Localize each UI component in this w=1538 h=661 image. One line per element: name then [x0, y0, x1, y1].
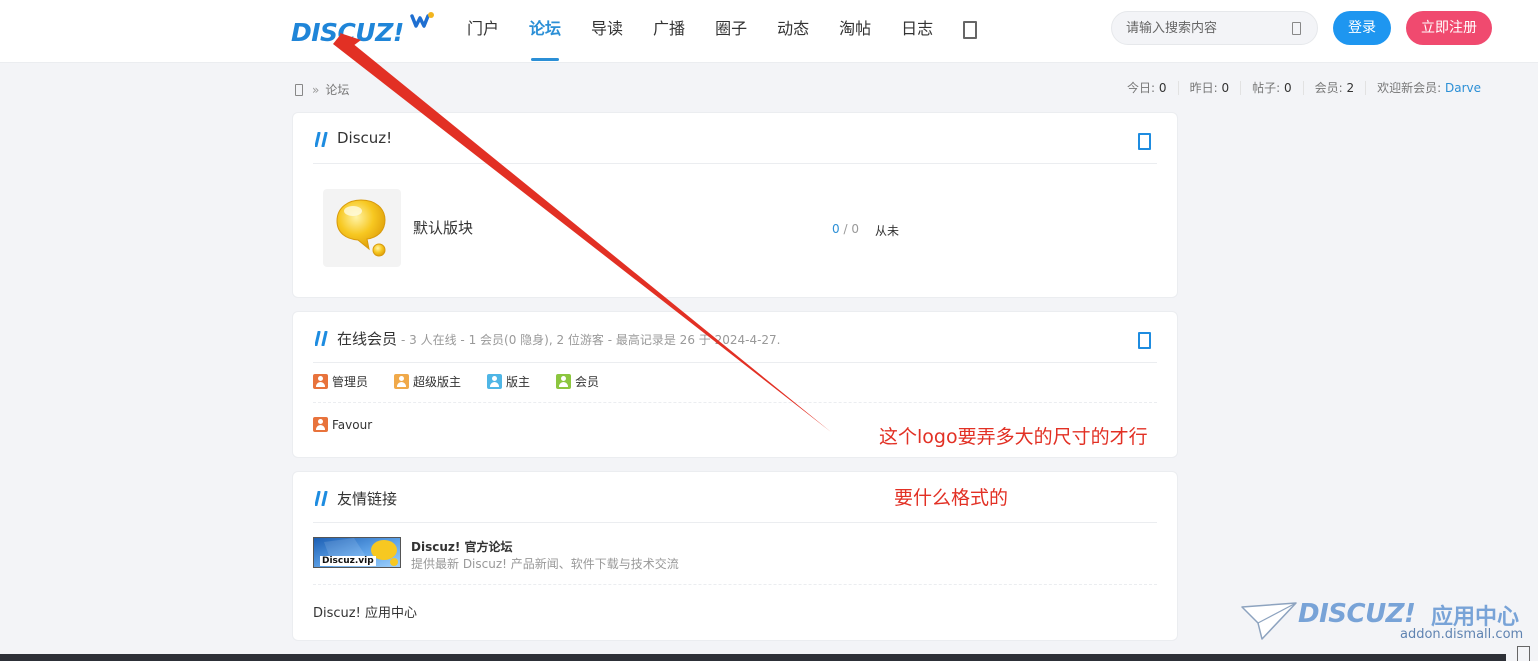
- paper-plane-icon: [1241, 602, 1297, 640]
- bottom-bar: [0, 654, 1506, 661]
- annotation-text-size: 这个logo要弄多大的尺寸的才行: [879, 426, 1148, 448]
- annotation-arrow: [333, 33, 831, 432]
- annotation-text-format: 要什么格式的: [894, 487, 1009, 509]
- watermark: DISCUZ! 应用中心 addon.dismall.com: [1240, 597, 1530, 647]
- back-to-top-icon[interactable]: [1517, 646, 1530, 661]
